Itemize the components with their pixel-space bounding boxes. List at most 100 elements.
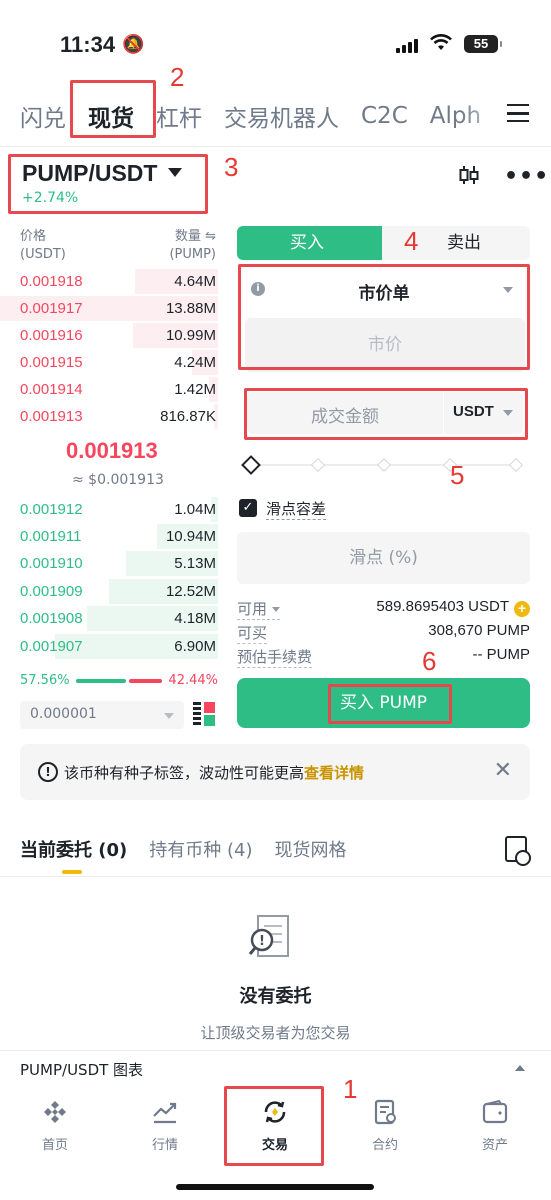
bid-row[interactable]: 0.001911 10.94M [0,523,218,550]
bid-qty: 5.13M [174,555,216,572]
buy-sell-toggle: 买入 卖出 [237,226,530,260]
bid-price: 0.001910 [20,555,83,572]
slider-node-100[interactable] [508,457,524,473]
tab-margin[interactable]: 杠杆 [156,99,202,133]
no-orders-icon: ! [248,915,289,957]
chart-drawer[interactable]: PUMP/USDT 图表 [0,1050,551,1086]
slippage-input[interactable]: 滑点 (%) [237,532,530,584]
ratio-bar-bid [76,679,126,683]
annotation-number-4: 4 [404,226,419,256]
amount-slider[interactable] [241,455,524,475]
orderbook-layout-icon[interactable] [192,701,216,727]
tab-c2c[interactable]: C2C [361,103,408,129]
tab-trading-bots[interactable]: 交易机器人 [224,99,339,133]
notice-text-wrap: 该币种有种子标签，波动性可能更高查看详情 [64,762,364,783]
annotation-number-1: 1 [343,1074,358,1104]
ask-qty: 10.99M [165,327,216,344]
candlestick-chart-icon[interactable] [458,164,480,186]
signal-icon [396,37,418,53]
wallet-icon [482,1099,508,1124]
slider-node-50[interactable] [376,457,392,473]
chevron-up-icon [515,1065,525,1071]
annotation-box-2 [70,80,156,138]
bid-price: 0.001911 [20,528,82,545]
ask-row[interactable]: 0.001917 13.88M [0,295,218,322]
empty-state-title: 没有委托 [239,986,312,1007]
bid-price: 0.001907 [20,638,83,655]
ask-row[interactable]: 0.001913 816.87K [0,403,218,430]
qty-header-unit: (PUMP) [169,247,216,262]
bid-price: 0.001908 [20,610,83,627]
bid-qty: 10.94M [165,528,216,545]
bid-row[interactable]: 0.001912 1.04M [0,496,218,523]
orders-tabs: 当前委托 (0) 持有币种 (4) 现货网格 [20,836,346,866]
ask-price: 0.001918 [20,273,83,290]
annotation-box-1 [224,1086,324,1166]
annotation-number-2: 2 [170,62,185,92]
available-balance: 可用 589.8695403 USDT + [237,598,530,620]
ask-row[interactable]: 0.001915 4.24M [0,349,218,376]
order-history-icon[interactable] [505,836,531,866]
bid-row[interactable]: 0.001910 5.13M [0,550,218,577]
add-funds-icon[interactable]: + [514,601,530,617]
annotation-number-5: 5 [450,460,465,490]
ask-qty: 4.24M [174,354,216,371]
available-label[interactable]: 可用 [237,598,281,620]
precision-select[interactable]: 0.000001 [20,701,184,729]
futures-icon [374,1099,396,1125]
slider-node-25[interactable] [310,457,326,473]
annotation-number-6: 6 [422,646,437,676]
bid-qty: 6.90M [174,638,216,655]
home-icon [44,1101,66,1123]
bid-ratio: 57.56% [20,673,70,688]
notice-text: 该币种有种子标签，波动性可能更高 [64,764,305,782]
available-label-text: 可用 [237,600,268,618]
notice-details-link[interactable]: 查看详情 [304,764,364,782]
last-price[interactable]: 0.001913 [66,438,158,464]
bid-qty: 12.52M [165,583,216,600]
ask-row[interactable]: 0.001914 1.42M [0,376,218,403]
ask-qty: 1.42M [174,381,216,398]
can-buy-value: 308,670 PUMP [428,622,530,639]
divider [0,876,551,877]
ask-qty: 816.87K [160,408,216,425]
tab-convert[interactable]: 闪兑 [20,99,66,133]
slider-handle[interactable] [241,455,261,475]
nav-home[interactable]: 首页 [0,1098,110,1153]
status-time: 11:34 [60,32,116,57]
tab-spot-grid[interactable]: 现货网格 [274,836,346,866]
nav-markets-label: 行情 [151,1138,178,1153]
bid-row[interactable]: 0.001908 4.18M [0,605,218,632]
menu-icon[interactable] [507,104,529,122]
qty-header-label: 数量 [174,229,201,244]
divider [0,146,551,147]
buy-sell-ratio: 57.56% 42.44% [20,673,218,689]
more-options-icon[interactable]: ••• [504,164,549,189]
buy-tab[interactable]: 买入 [237,226,400,260]
swap-icon: ⇋ [205,229,216,244]
available-value: 589.8695403 USDT [376,598,509,615]
annotation-box-3 [8,154,208,214]
nav-assets[interactable]: 资产 [440,1098,550,1153]
bid-row[interactable]: 0.001907 6.90M [0,633,218,660]
max-buy: 可买 308,670 PUMP [237,622,530,644]
qty-column-header[interactable]: 数量 ⇋ (PUMP) [168,228,216,264]
ratio-bar [76,679,162,683]
bid-row[interactable]: 0.001909 12.52M [0,578,218,605]
nav-assets-label: 资产 [481,1138,508,1153]
empty-state-subtitle[interactable]: 让顶级交易者为您交易 [0,1022,551,1043]
checkbox-checked-icon[interactable]: ✓ [239,499,257,517]
ask-row[interactable]: 0.001918 4.64M [0,268,218,295]
price-header-unit: (USDT) [20,247,66,262]
nav-markets[interactable]: 行情 [110,1098,220,1153]
tab-holdings[interactable]: 持有币种 (4) [149,836,252,866]
annotation-box-5 [244,388,528,440]
nav-futures[interactable]: 合约 [330,1098,440,1153]
ask-row[interactable]: 0.001916 10.99M [0,322,218,349]
close-icon[interactable]: ✕ [494,758,512,783]
bid-qty: 1.04M [174,501,216,518]
price-header-label: 价格 [20,229,47,244]
alert-icon: ! [38,762,58,782]
fee-label: 预估手续费 [237,648,313,668]
tab-open-orders[interactable]: 当前委托 (0) [20,836,127,866]
